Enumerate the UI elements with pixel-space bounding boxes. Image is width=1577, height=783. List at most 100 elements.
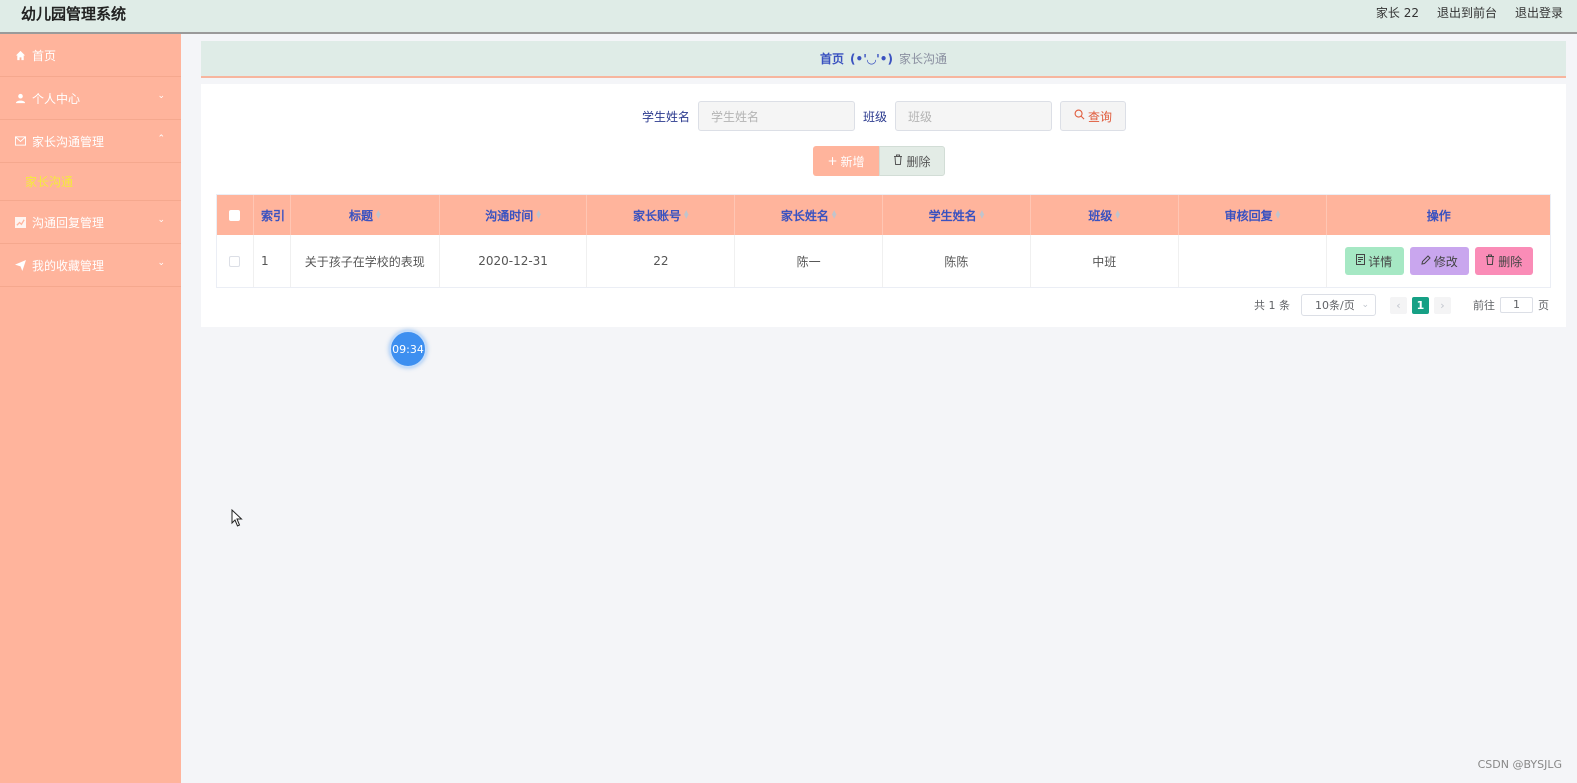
column-header-reply[interactable]: 审核回复 ▲ ▼ [1179, 195, 1328, 235]
row-select-cell [217, 235, 254, 287]
search-icon [1074, 109, 1085, 123]
class-input[interactable]: 班级 [895, 101, 1053, 131]
column-header-label: 家长姓名 [780, 208, 829, 223]
add-button[interactable]: + 新增 [813, 146, 879, 176]
cell-title: 关于孩子在学校的表现 [291, 235, 440, 287]
delete-button[interactable]: 删除 [879, 146, 945, 176]
cell-parent-name: 陈一 [735, 235, 884, 287]
query-button[interactable]: 查询 [1060, 101, 1127, 131]
home-icon [15, 50, 26, 61]
column-header-student-name[interactable]: 学生姓名 ▲ ▼ [883, 195, 1031, 235]
user-label: 家长 22 [1375, 6, 1419, 20]
trash-icon [893, 154, 903, 168]
sort-icon: ▲ ▼ [375, 209, 381, 220]
column-header-label: 班级 [1088, 208, 1113, 223]
header-actions: 家长 22 退出到前台 退出登录 [1376, 4, 1563, 21]
column-header-label: 审核回复 [1224, 208, 1273, 223]
column-header-class[interactable]: 班级 ▲ ▼ [1031, 195, 1179, 235]
sort-icon: ▲ ▼ [831, 209, 837, 220]
timer-bubble[interactable]: 09:34 [389, 330, 427, 368]
user-icon [15, 93, 26, 104]
column-header-time[interactable]: 沟通时间 ▲ ▼ [440, 195, 588, 235]
sidebar-item-label: 首页 [32, 48, 57, 63]
search-form: 学生姓名 学生姓名 班级 班级 查询 [642, 101, 1127, 131]
chevron-down-icon: ⌄ [1361, 300, 1369, 310]
chevron-down-icon: ⌄ [157, 215, 165, 225]
sidebar-item-reply-management[interactable]: 沟通回复管理 ⌄ [0, 201, 181, 244]
detail-button[interactable]: 详情 [1344, 247, 1404, 275]
sidebar-item-label: 个人中心 [32, 91, 81, 106]
student-name-input[interactable]: 学生姓名 [698, 101, 856, 131]
select-all-cell [217, 195, 254, 235]
table-row: 1 关于孩子在学校的表现 2020-12-31 22 陈一 陈陈 中班 详情 修… [217, 235, 1550, 287]
prev-page-button[interactable]: ‹ [1390, 296, 1407, 314]
exit-to-front-link[interactable]: 退出到前台 [1437, 4, 1497, 21]
edit-button-label: 修改 [1433, 254, 1458, 269]
plus-icon: + [827, 154, 838, 168]
top-header: 幼儿园管理系统 家长 22 退出到前台 退出登录 [0, 0, 1577, 34]
detail-button-label: 详情 [1368, 254, 1393, 269]
pagination-total: 共 1 条 [1254, 299, 1290, 312]
query-button-label: 查询 [1088, 109, 1113, 124]
cell-class: 中班 [1031, 235, 1179, 287]
column-header-index: 索引 [254, 195, 291, 235]
data-table: 索引 标题 ▲ ▼ 沟通时间 ▲ ▼ 家长账号 ▲ ▼ 家长姓名 ▲ ▼ 学生姓名 ▲ ▼ 班级 ▲ ▼… [216, 194, 1551, 288]
column-header-parent-name[interactable]: 家长姓名 ▲ ▼ [735, 195, 884, 235]
send-icon [15, 259, 26, 271]
column-header-account[interactable]: 家长账号 ▲ ▼ [587, 195, 736, 235]
sidebar-item-personal-center[interactable]: 个人中心 ⌄ [0, 77, 181, 120]
column-header-label: 标题 [348, 208, 373, 223]
chevron-down-icon: ⌄ [157, 91, 165, 101]
cell-student-name: 陈陈 [883, 235, 1031, 287]
column-header-label: 家长账号 [633, 208, 682, 223]
sidebar-item-favorites[interactable]: 我的收藏管理 ⌄ [0, 244, 181, 287]
add-button-label: 新增 [840, 154, 865, 169]
row-checkbox[interactable] [229, 255, 241, 267]
page-size-select[interactable]: 10条/页 ⌄ [1301, 294, 1376, 316]
cell-reply [1179, 235, 1328, 287]
goto-page-input[interactable]: 1 [1500, 297, 1533, 313]
sort-icon: ▲ ▼ [536, 209, 541, 220]
page-size-value: 10条/页 [1315, 299, 1355, 312]
watermark: CSDN @BYSJLG [1477, 758, 1562, 771]
delete-button-label: 删除 [906, 154, 931, 169]
sort-icon: ▲ ▼ [1115, 209, 1121, 220]
mail-icon [15, 136, 26, 147]
column-header-title[interactable]: 标题 ▲ ▼ [291, 195, 440, 235]
app-title: 幼儿园管理系统 [21, 5, 127, 23]
remove-button[interactable]: 删除 [1474, 247, 1533, 275]
column-header-label: 沟通时间 [485, 208, 534, 223]
chevron-up-icon: ⌃ [157, 134, 165, 144]
cell-actions: 详情 修改 删除 [1327, 235, 1550, 287]
cell-index: 1 [254, 235, 291, 287]
sidebar-item-label: 家长沟通管理 [32, 134, 105, 149]
column-header-label: 学生姓名 [928, 208, 977, 223]
column-header-actions: 操作 [1426, 208, 1451, 223]
remove-button-label: 删除 [1498, 254, 1523, 269]
sidebar-subitem-parent-communication[interactable]: 家长沟通 [0, 163, 181, 201]
page-number-current[interactable]: 1 [1412, 296, 1429, 314]
sort-icon: ▲ ▼ [979, 209, 985, 220]
action-bar: + 新增 删除 [813, 146, 945, 176]
logout-link[interactable]: 退出登录 [1515, 4, 1563, 21]
edit-button[interactable]: 修改 [1409, 247, 1469, 275]
student-name-label: 学生姓名 [642, 109, 691, 124]
breadcrumb-separator: (•'◡'•) [850, 51, 893, 66]
cell-time: 2020-12-31 [440, 235, 588, 287]
breadcrumb: 首页 (•'◡'•) 家长沟通 [201, 41, 1566, 78]
sidebar-item-home[interactable]: 首页 [0, 34, 181, 77]
trash-icon [1485, 254, 1495, 268]
breadcrumb-home[interactable]: 首页 [820, 50, 844, 67]
select-all-checkbox[interactable] [229, 209, 241, 221]
goto-label: 前往 [1473, 299, 1495, 312]
breadcrumb-current: 家长沟通 [898, 52, 947, 66]
sidebar-item-label: 沟通回复管理 [32, 215, 105, 230]
next-page-button[interactable]: › [1434, 296, 1451, 314]
mouse-cursor-icon [231, 509, 243, 527]
chart-icon [15, 216, 26, 228]
sidebar-item-parent-communication[interactable]: 家长沟通管理 ⌃ [0, 120, 181, 163]
sidebar: 首页 个人中心 ⌄ 家长沟通管理 ⌃ 家长沟通 沟通回复管理 ⌄ 我的收藏管理 … [0, 34, 181, 783]
chevron-down-icon: ⌄ [157, 258, 165, 268]
sort-icon: ▲ ▼ [1275, 209, 1281, 220]
cell-account: 22 [587, 235, 736, 287]
